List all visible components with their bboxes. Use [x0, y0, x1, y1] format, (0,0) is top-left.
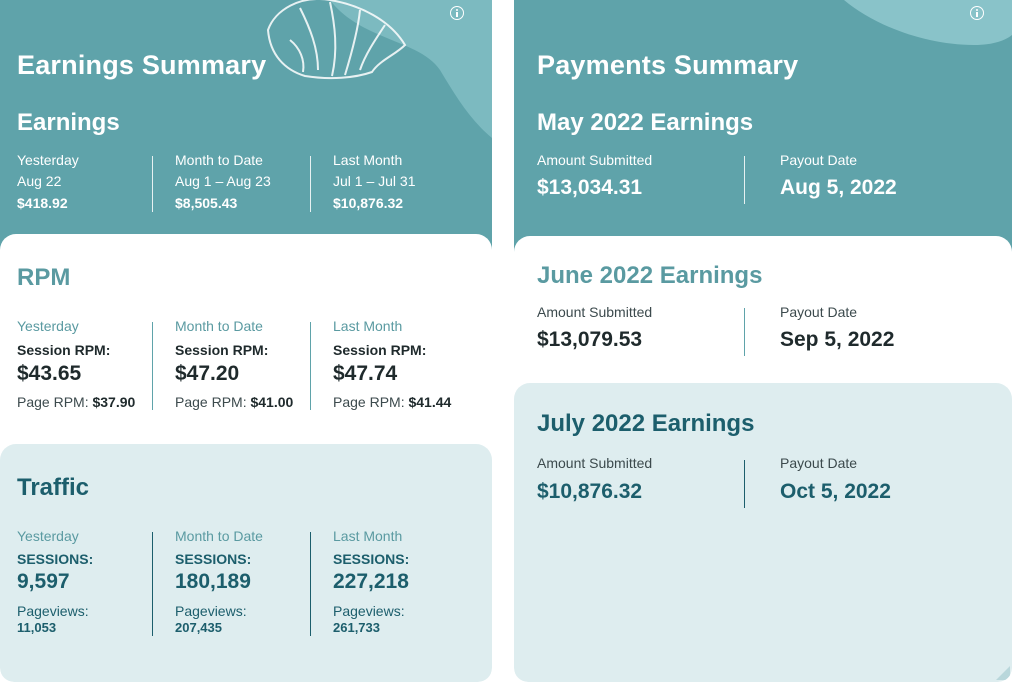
traffic-heading: Traffic	[17, 474, 90, 501]
earnings-summary-card: Earnings Summary Earnings Yesterday Aug …	[0, 0, 492, 682]
payout-date-label: Payout Date	[780, 455, 858, 471]
column-divider	[744, 460, 745, 508]
resize-handle-icon[interactable]	[996, 666, 1010, 680]
column-divider	[310, 322, 311, 410]
page-rpm-value: $37.90	[92, 394, 136, 410]
traffic-section: Traffic Yesterday SESSIONS: 9,597 Pagevi…	[0, 444, 492, 682]
payments-summary-card: Payments Summary May 2022 Earnings Amoun…	[514, 0, 1012, 682]
pageviews-value: 207,435	[175, 620, 222, 635]
amount-submitted-label: Amount Submitted	[537, 455, 653, 471]
amount-submitted-value: $13,079.53	[537, 328, 643, 351]
earnings-range: Aug 1 – Aug 23	[175, 173, 271, 189]
payout-date-label: Payout Date	[780, 152, 858, 168]
earnings-range: Aug 22	[17, 173, 62, 189]
page-rpm-value: $41.44	[408, 394, 452, 410]
session-rpm-value: $43.65	[17, 362, 82, 385]
traffic-period: Month to Date	[175, 528, 263, 544]
earnings-value: $10,876.32	[333, 195, 404, 211]
earnings-period: Yesterday	[17, 152, 79, 168]
session-rpm-label: Session RPM:	[333, 342, 427, 358]
sessions-label: SESSIONS:	[175, 551, 252, 567]
column-divider	[152, 156, 153, 212]
payments-summary-title: Payments Summary	[537, 50, 799, 80]
page-rpm-label: Page RPM:	[175, 394, 247, 410]
payout-date-value: Aug 5, 2022	[780, 176, 897, 199]
info-icon[interactable]	[450, 6, 464, 20]
pageviews-label: Pageviews:	[17, 603, 89, 619]
sessions-value: 9,597	[17, 570, 70, 593]
rpm-section: RPM Yesterday Session RPM: $43.65 Page R…	[0, 234, 492, 474]
session-rpm-value: $47.20	[175, 362, 240, 385]
traffic-period: Last Month	[333, 528, 403, 544]
column-divider	[152, 322, 153, 410]
column-divider	[152, 532, 153, 636]
rpm-period: Last Month	[333, 318, 403, 334]
session-rpm-label: Session RPM:	[17, 342, 111, 358]
session-rpm-label: Session RPM:	[175, 342, 269, 358]
amount-submitted-label: Amount Submitted	[537, 304, 653, 320]
pageviews-value: 11,053	[17, 620, 57, 635]
earnings-period: Last Month	[333, 152, 403, 168]
session-rpm-value: $47.74	[333, 362, 398, 385]
page-rpm-label: Page RPM:	[17, 394, 89, 410]
page-rpm-value: $41.00	[250, 394, 294, 410]
pageviews-label: Pageviews:	[175, 603, 247, 619]
earnings-value: $8,505.43	[175, 195, 238, 211]
payout-date-value: Sep 5, 2022	[780, 328, 895, 351]
column-divider	[744, 156, 745, 204]
amount-submitted-value: $10,876.32	[537, 480, 643, 503]
sessions-value: 180,189	[175, 570, 251, 593]
info-icon[interactable]	[970, 6, 984, 20]
earnings-value: $418.92	[17, 195, 68, 211]
earnings-range: Jul 1 – Jul 31	[333, 173, 416, 189]
column-divider	[310, 532, 311, 636]
earnings-summary-title: Earnings Summary	[17, 50, 267, 80]
month-earnings-heading: July 2022 Earnings	[537, 410, 755, 437]
month-earnings-heading: May 2022 Earnings	[537, 109, 754, 136]
rpm-period: Yesterday	[17, 318, 79, 334]
july-earnings-section: July 2022 Earnings Amount Submitted $10,…	[514, 383, 1012, 682]
earnings-header: Earnings Summary Earnings Yesterday Aug …	[0, 0, 492, 260]
sessions-value: 227,218	[333, 570, 409, 593]
earnings-heading: Earnings	[17, 109, 120, 136]
traffic-period: Yesterday	[17, 528, 79, 544]
sessions-label: SESSIONS:	[333, 551, 410, 567]
rpm-heading: RPM	[17, 264, 71, 291]
amount-submitted-value: $13,034.31	[537, 176, 643, 199]
column-divider	[310, 156, 311, 212]
column-divider	[744, 308, 745, 356]
pageviews-label: Pageviews:	[333, 603, 405, 619]
payments-header: Payments Summary May 2022 Earnings Amoun…	[514, 0, 1012, 262]
amount-submitted-label: Amount Submitted	[537, 152, 653, 168]
earnings-period: Month to Date	[175, 152, 263, 168]
month-earnings-heading: June 2022 Earnings	[537, 262, 763, 289]
rpm-period: Month to Date	[175, 318, 263, 334]
pageviews-value: 261,733	[333, 620, 380, 635]
payout-date-label: Payout Date	[780, 304, 858, 320]
page-rpm-label: Page RPM:	[333, 394, 405, 410]
payout-date-value: Oct 5, 2022	[780, 480, 891, 503]
sessions-label: SESSIONS:	[17, 551, 94, 567]
